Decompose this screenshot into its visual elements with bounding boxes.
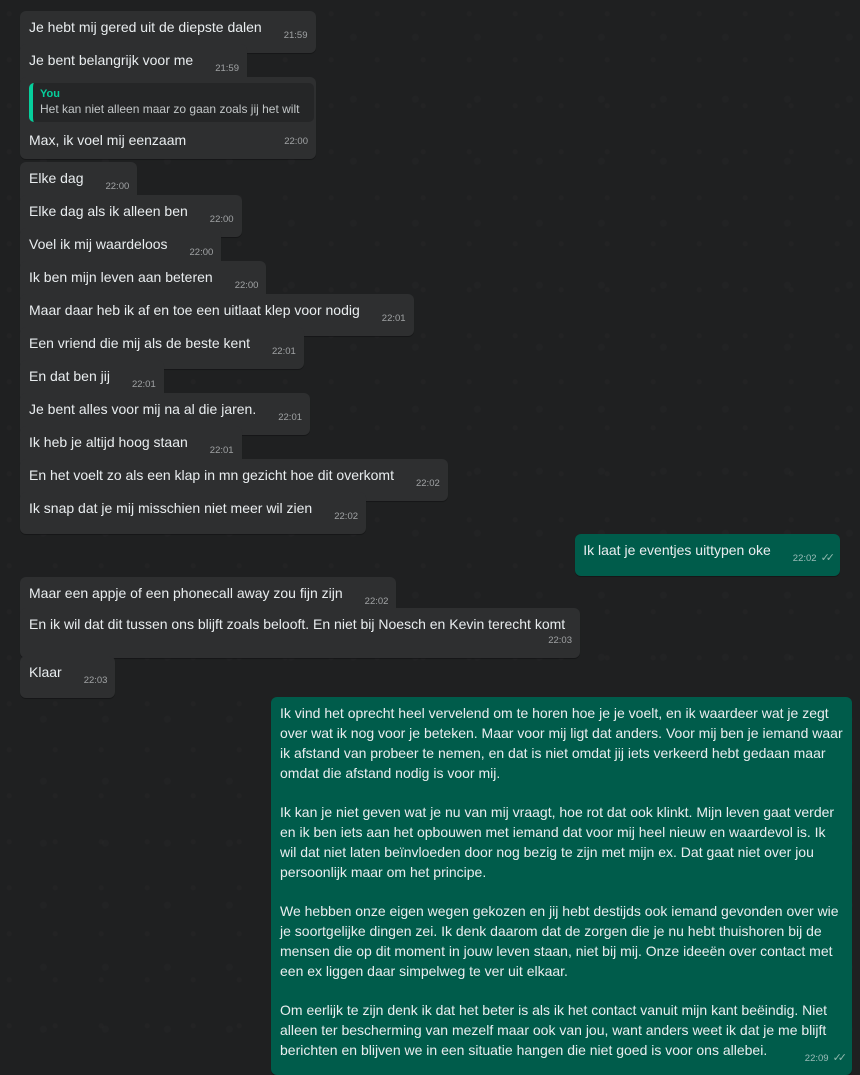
- message-time: 22:01: [381, 313, 406, 324]
- message-text: Klaar: [29, 664, 62, 680]
- double-check-icon: ✓✓: [832, 1052, 848, 1064]
- message-outgoing-long[interactable]: Ik vind het oprecht heel vervelend om te…: [271, 697, 852, 1075]
- message-text: Maar daar heb ik af en toe een uitlaat k…: [29, 302, 360, 318]
- message-time: 22:01: [272, 346, 296, 357]
- message-paragraph: Ik kan je niet geven wat je nu van mij v…: [280, 804, 835, 880]
- message-text: En ik wil dat dit tussen ons blijft zoal…: [29, 616, 566, 632]
- message-text: Je hebt mij gered uit de diepste dalen: [29, 19, 262, 35]
- message-time: 22:00: [105, 181, 130, 192]
- message-text: Ik ben mijn leven aan beteren: [29, 269, 213, 285]
- message-text: Je bent alles voor mij na al die jaren.: [29, 401, 257, 417]
- message-text: Je bent belangrijk voor me: [29, 52, 194, 68]
- message-incoming[interactable]: Klaar 22:03: [20, 656, 116, 698]
- double-check-icon: ✓✓: [820, 552, 836, 564]
- quoted-message[interactable]: You Het kan niet alleen maar zo gaan zoa…: [29, 83, 314, 122]
- message-time-value: 22:02: [792, 553, 817, 564]
- message-time: 21:59: [283, 30, 308, 41]
- message-text: Max, ik voel mij eenzaam: [29, 132, 187, 148]
- message-paragraph: We hebben onze eigen wegen gekozen en ji…: [280, 903, 839, 979]
- message-text: Ik laat je eventjes uittypen oke: [583, 542, 771, 558]
- message-text: Een vriend die mij als de beste kent: [29, 335, 251, 351]
- message-time: 22:00: [234, 280, 259, 291]
- message-incoming[interactable]: En ik wil dat dit tussen ons blijft zoal…: [20, 608, 580, 658]
- message-text: Ik heb je altijd hoog staan: [29, 434, 188, 450]
- message-text: Elke dag als ik alleen ben: [29, 203, 188, 219]
- quoted-text: Het kan niet alleen maar zo gaan zoals j…: [40, 102, 300, 116]
- message-paragraph: Ik vind het oprecht heel vervelend om te…: [280, 705, 843, 781]
- message-time: 22:01: [278, 412, 303, 423]
- message-time: 22:00: [209, 214, 234, 225]
- message-time: 22:02: [334, 511, 359, 522]
- message-time: 22:00: [189, 247, 214, 258]
- message-time: 22:03: [548, 635, 572, 646]
- message-time: 22:00: [284, 136, 308, 147]
- message-text: Maar een appje of een phonecall away zou…: [29, 585, 343, 601]
- message-time: 22:03: [83, 675, 108, 686]
- message-outgoing[interactable]: Ik laat je eventjes uittypen oke 22:02 ✓✓: [575, 534, 840, 576]
- message-time: 22:02: [415, 478, 440, 489]
- message-text: Elke dag: [29, 170, 84, 186]
- message-time: 21:59: [215, 63, 239, 74]
- quoted-author: You: [40, 88, 60, 100]
- message-incoming[interactable]: Ik snap dat je mij misschien niet meer w…: [20, 492, 367, 534]
- message-time: 22:01: [209, 445, 234, 456]
- message-paragraph: Om eerlijk te zijn denk ik dat het beter…: [280, 1002, 828, 1058]
- message-time-value: 22:09: [804, 1053, 829, 1064]
- message-text: Voel ik mij waardeloos: [29, 236, 168, 252]
- message-time: 22:02 ✓✓: [792, 548, 836, 569]
- message-text: En het voelt zo als een klap in mn gezic…: [29, 467, 394, 483]
- message-text: Ik snap dat je mij misschien niet meer w…: [29, 500, 313, 516]
- message-text: En dat ben jij: [29, 368, 110, 384]
- chat-background: Je hebt mij gered uit de diepste dalen 21…: [0, 0, 860, 1075]
- message-time: 22:01: [131, 379, 156, 390]
- message-incoming-reply[interactable]: You Het kan niet alleen maar zo gaan zoa…: [20, 77, 316, 159]
